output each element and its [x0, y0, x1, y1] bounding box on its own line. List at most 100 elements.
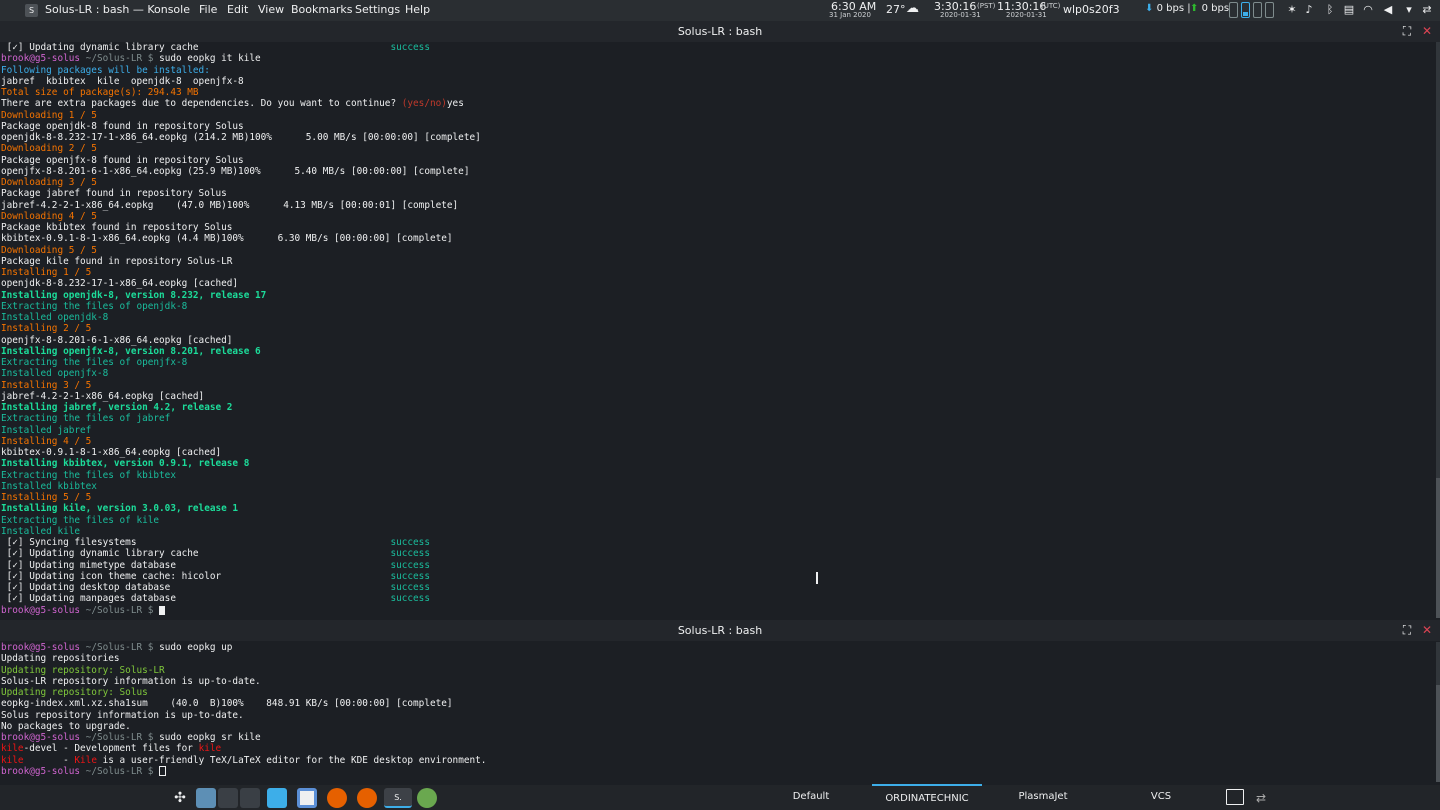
terminal-line: brook@g5-solus ~/Solus-LR $ sudo eopkg s… [0, 732, 1440, 743]
net-download-value: 0 bps [1156, 3, 1185, 14]
terminal-line: brook@g5-solus ~/Solus-LR $ sudo eopkg u… [0, 642, 1440, 653]
terminal-text: - [23, 754, 75, 766]
terminal-text: Installing kile, version 3.0.03, release… [1, 503, 239, 515]
app-launcher-icon[interactable]: ✣ [170, 788, 190, 808]
menu-file[interactable]: File [199, 3, 217, 16]
local-date: 2020-01-31 [940, 11, 981, 19]
terminal-text: brook@g5-solus [1, 642, 81, 653]
file-manager-icon[interactable] [267, 788, 287, 808]
cloud-icon[interactable]: ☁ [906, 2, 919, 15]
swap-gauge[interactable] [1253, 2, 1262, 18]
terminal-text: ~/Solus-LR $ [80, 732, 160, 743]
terminal-line: Installing openjfx-8, version 8.201, rel… [0, 346, 1440, 357]
text-editor-icon[interactable] [297, 788, 317, 808]
terminal-line: Package jabref found in repository Solus [0, 188, 1440, 199]
terminal-line: Downloading 1 / 5 [0, 110, 1440, 121]
download-arrow-icon: ⬇ [1145, 3, 1154, 14]
terminal-text: Downloading 1 / 5 [1, 109, 97, 121]
expand-icon-2[interactable]: ⛶ [1400, 623, 1414, 637]
menu-edit[interactable]: Edit [227, 3, 248, 16]
desktop-pager-icon[interactable] [196, 788, 216, 808]
menu-settings[interactable]: Settings [355, 3, 400, 16]
terminal-line: Updating repository: Solus [0, 687, 1440, 698]
terminal-text: ~/Solus-LR $ [80, 765, 160, 777]
konsole-app-icon[interactable]: S [25, 4, 38, 17]
terminal-text: [✓] Updating icon theme cache: hicolor [1, 570, 391, 582]
terminal-text: Downloading 3 / 5 [1, 177, 97, 188]
terminal-line: Extracting the files of openjfx-8 [0, 357, 1440, 368]
terminal-text: brook@g5-solus [1, 604, 81, 616]
settings-icon[interactable] [417, 788, 437, 808]
terminal-line: Installing 5 / 5 [0, 492, 1440, 503]
bottom-terminal[interactable]: brook@g5-solus ~/Solus-LR $ sudo eopkg u… [0, 642, 1440, 782]
utc-date: 2020-01-31 [1006, 11, 1047, 19]
net-download[interactable]: ⬇ 0 bps | [1145, 3, 1191, 14]
konsole-icon[interactable]: S. [384, 788, 412, 808]
terminal-text: Extracting the files of openjdk-8 [1, 300, 188, 312]
terminal-line: openjfx-8-8.201-6-1-x86_64.eopkg (25.9 M… [0, 166, 1440, 177]
terminal-line: [✓] Updating desktop database success [0, 582, 1440, 593]
terminal-line: Installed jabref [0, 425, 1440, 436]
switch-icon[interactable]: ⇄ [1421, 4, 1433, 16]
firefox-icon-2[interactable] [357, 788, 377, 808]
terminal-text: success [390, 570, 430, 582]
terminal-text: Downloading 5 / 5 [1, 244, 97, 256]
pager-window-icon[interactable] [218, 788, 238, 808]
top-terminal[interactable]: [✓] Updating dynamic library cache succe… [0, 42, 1440, 618]
terminal-text: Installing kbibtex, version 0.9.1, relea… [1, 458, 250, 470]
terminal-line: Solus repository information is up-to-da… [0, 710, 1440, 721]
terminal-line: [✓] Syncing filesystems success [0, 537, 1440, 548]
text-cursor [159, 605, 166, 615]
expand-icon[interactable]: ⛶ [1400, 24, 1414, 38]
digital-clock-date: 31 Jan 2020 [829, 11, 871, 19]
terminal-line: Installing kbibtex, version 0.9.1, relea… [0, 458, 1440, 469]
activity-default[interactable]: Default [756, 791, 866, 802]
terminal-text: Solus repository information is up-to-da… [1, 709, 244, 721]
wifi-icon[interactable]: ◠ [1362, 4, 1374, 16]
terminal-text: jabref kbibtex kile openjdk-8 openjfx-8 [1, 75, 244, 87]
disk-gauge[interactable] [1265, 2, 1274, 18]
network-interface[interactable]: wlp0s20f3 [1063, 3, 1120, 16]
firefox-icon[interactable] [327, 788, 347, 808]
terminal-text: sudo eopkg it kile [159, 53, 261, 65]
show-desktop-icon[interactable] [1226, 789, 1244, 805]
chevron-down-icon[interactable]: ▾ [1403, 4, 1415, 16]
menu-view[interactable]: View [258, 3, 284, 16]
terminal-text: Installing 3 / 5 [1, 379, 92, 391]
mouse-ibeam-cursor [816, 572, 818, 584]
activity-vcs[interactable]: VCS [1106, 791, 1216, 802]
pager-window-icon-2[interactable] [240, 788, 260, 808]
memory-gauge[interactable] [1241, 2, 1250, 18]
bottom-scrollbar-thumb[interactable] [1436, 685, 1440, 782]
terminal-text: Installed kbibtex [1, 480, 97, 492]
top-scrollbar-thumb[interactable] [1436, 478, 1440, 618]
terminal-text: brook@g5-solus [1, 765, 81, 777]
terminal-line: Installing kile, version 3.0.03, release… [0, 503, 1440, 514]
volume-icon[interactable]: ◀ [1382, 4, 1394, 16]
menu-help[interactable]: Help [405, 3, 430, 16]
top-pane-title: Solus-LR : bash [677, 25, 763, 38]
terminal-text: Package jabref found in repository Solus [1, 188, 227, 200]
terminal-line: [✓] Updating mimetype database success [0, 560, 1440, 571]
clipboard-icon[interactable]: ▤ [1343, 4, 1355, 16]
top-pane-header: Solus-LR : bash ⛶ ✕ [0, 21, 1440, 42]
bluetooth-icon[interactable]: ᛒ [1324, 4, 1336, 16]
activity-plasmajet[interactable]: PlasmaJet [988, 791, 1098, 802]
terminal-text: Following packages will be installed: [1, 64, 210, 76]
close-icon[interactable]: ✕ [1420, 24, 1434, 38]
terminal-text: ~/Solus-LR $ [80, 642, 160, 653]
terminal-text: success [390, 42, 430, 53]
terminal-line: Extracting the files of jabref [0, 413, 1440, 424]
close-icon-2[interactable]: ✕ [1420, 623, 1434, 637]
panel-config-icon[interactable]: ⇄ [1251, 788, 1271, 808]
bell-icon[interactable]: ✶ [1286, 4, 1298, 16]
menu-bookmarks[interactable]: Bookmarks [291, 3, 352, 16]
microphone-icon[interactable]: ♪ [1303, 4, 1315, 16]
terminal-text: Updating repository: Solus [1, 687, 148, 698]
net-upload[interactable]: ⬆ 0 bps [1190, 3, 1229, 14]
activity-ordinatechnic[interactable]: ORDINATECHNIC [872, 784, 982, 804]
cpu-gauge[interactable] [1229, 2, 1238, 18]
bottom-taskbar: ✣ S. Default ORDINATECHNIC PlasmaJet VCS… [0, 784, 1440, 810]
temperature[interactable]: 27° [886, 3, 906, 16]
terminal-line: Installing 1 / 5 [0, 267, 1440, 278]
